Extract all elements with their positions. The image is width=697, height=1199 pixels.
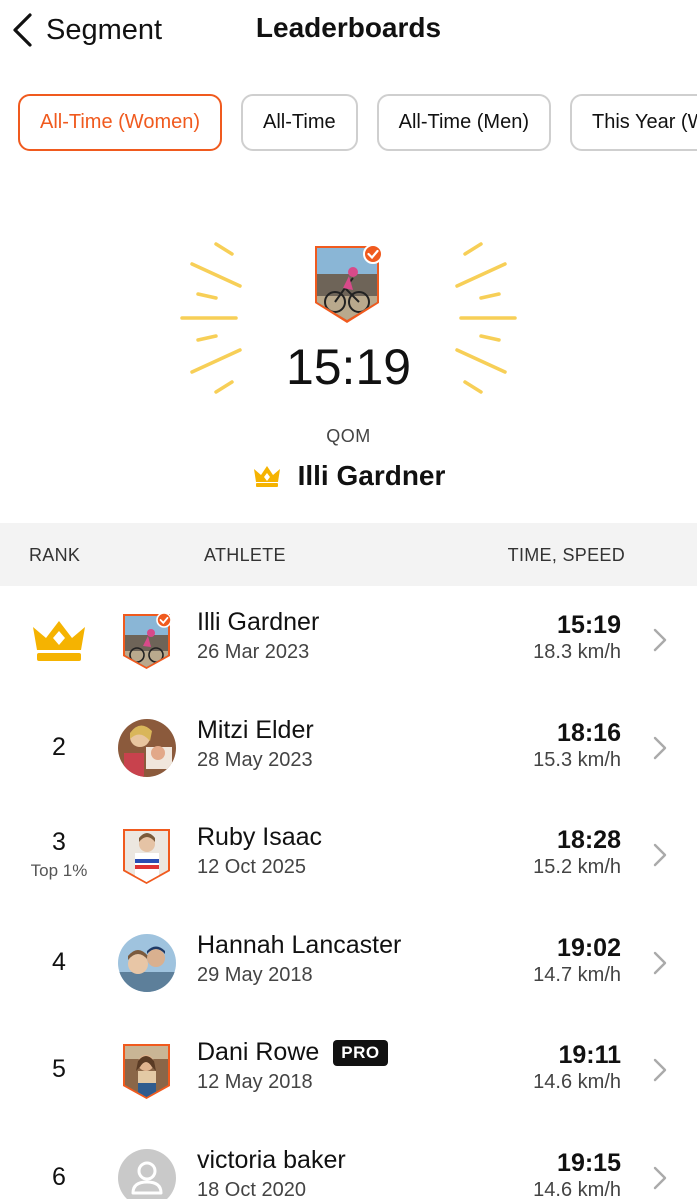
chevron-right-icon	[653, 736, 667, 759]
leaderboard-row[interactable]: 2 Mitzi Elder 28 May 2023 18:16 15.3 km/…	[0, 694, 697, 802]
avatar	[118, 718, 176, 779]
effort-speed: 18.3 km/h	[533, 641, 621, 663]
chevron-right-icon	[653, 1166, 667, 1189]
effort-time: 15:19	[557, 611, 621, 639]
effort-date: 12 May 2018	[197, 1071, 313, 1093]
top-bar: Segment Leaderboards	[0, 0, 697, 64]
rank-number: 3	[52, 828, 66, 857]
rank-number: 2	[52, 732, 66, 761]
page-title: Leaderboards	[255, 12, 442, 43]
qom-time: 15:19	[285, 339, 412, 395]
chevron-right-icon	[653, 951, 667, 974]
effort-date: 26 Mar 2023	[197, 641, 310, 663]
athlete-name: Hannah Lancaster	[197, 930, 402, 959]
qom-holder-name: Illi Gardner	[297, 460, 446, 491]
effort-time: 19:11	[558, 1041, 621, 1069]
effort-date: 12 Oct 2025	[197, 856, 306, 878]
rank-number: 6	[52, 1162, 66, 1191]
avatar	[118, 826, 176, 886]
avatar	[118, 1148, 176, 1199]
athlete-name: Ruby Isaac	[197, 823, 323, 851]
leaderboard-row[interactable]: 6 victoria baker 18 Oct 2020 19:15 14.6 …	[0, 1124, 697, 1199]
filter-all-time[interactable]: All-Time	[241, 94, 358, 151]
qom-badge-photo-icon	[315, 244, 381, 323]
leaderboard-row[interactable]: 5 Dani Rowe PRO 12 May 2018 19:11 14.6 k…	[0, 1016, 697, 1124]
badge-photo-icon	[123, 612, 172, 669]
effort-date: 18 Oct 2020	[197, 1178, 306, 1199]
leaderboard-list: Illi Gardner 26 Mar 2023 15:19 18.3 km/h…	[0, 586, 697, 1199]
filter-this-year-women[interactable]: This Year (W	[569, 94, 697, 151]
athlete-name: victoria baker	[197, 1145, 346, 1174]
rank-number: 5	[52, 1055, 66, 1084]
col-time-speed: TIME, SPEED	[507, 545, 625, 565]
rank-percentile: Top 1%	[30, 861, 88, 881]
leaderboard-row[interactable]: 4 Hannah Lancaster 29 May 2018 19:02 14.…	[0, 909, 697, 1017]
col-rank: RANK	[29, 545, 81, 565]
athlete-name: Dani Rowe PRO	[197, 1038, 388, 1067]
pro-badge: PRO	[333, 1039, 388, 1066]
effort-date: 28 May 2023	[197, 748, 313, 771]
leaderboard-header: RANK ATHLETE TIME, SPEED	[0, 523, 697, 586]
rank-number: 4	[52, 947, 66, 976]
rank-cell: 4	[0, 909, 118, 1017]
filter-chips: All-Time (Women) All-Time All-Time (Men)…	[18, 94, 697, 151]
effort-time: 19:15	[557, 1148, 621, 1177]
effort-speed: 15.2 km/h	[533, 856, 621, 878]
avatar	[118, 611, 176, 671]
profile-photo	[118, 718, 176, 777]
qom-hero: 15:19 QOM Illi Gardner	[0, 230, 697, 510]
chevron-right-icon	[653, 1058, 667, 1082]
default-person-icon	[118, 1148, 176, 1199]
col-athlete: ATHLETE	[204, 545, 286, 565]
effort-date: 29 May 2018	[197, 963, 313, 986]
chevron-right-icon	[653, 843, 667, 867]
avatar	[118, 933, 176, 994]
crown-icon	[33, 620, 85, 661]
profile-photo	[118, 933, 176, 992]
effort-speed: 14.6 km/h	[533, 1178, 621, 1199]
avatar	[118, 1041, 176, 1101]
athlete-name: Mitzi Elder	[197, 715, 314, 744]
effort-speed: 14.7 km/h	[533, 963, 621, 986]
effort-time: 19:02	[557, 933, 621, 962]
rank-cell: 2	[0, 694, 118, 802]
rank-cell: 5	[0, 1016, 118, 1124]
athlete-name: Illi Gardner	[197, 608, 320, 636]
leaderboard-row[interactable]: Illi Gardner 26 Mar 2023 15:19 18.3 km/h	[0, 586, 697, 694]
filter-all-time-men[interactable]: All-Time (Men)	[376, 94, 551, 151]
rank-cell: 3 Top 1%	[0, 801, 118, 909]
qom-holder[interactable]: Illi Gardner	[0, 460, 697, 492]
effort-speed: 15.3 km/h	[533, 748, 621, 771]
filter-all-time-women[interactable]: All-Time (Women)	[18, 94, 223, 151]
qom-label: QOM	[326, 426, 371, 446]
rank-cell	[0, 586, 118, 694]
crown-icon	[253, 466, 280, 487]
leaderboard-row[interactable]: 3 Top 1% Ruby Isaac 12 Oct 2025 18:28 15…	[0, 801, 697, 909]
effort-time: 18:16	[557, 718, 621, 747]
badge-photo-icon	[123, 829, 170, 884]
badge-photo-icon	[123, 1044, 170, 1099]
chevron-right-icon	[653, 628, 667, 652]
rank-cell: 6	[0, 1124, 118, 1199]
effort-speed: 14.6 km/h	[533, 1071, 621, 1093]
effort-time: 18:28	[557, 826, 621, 854]
